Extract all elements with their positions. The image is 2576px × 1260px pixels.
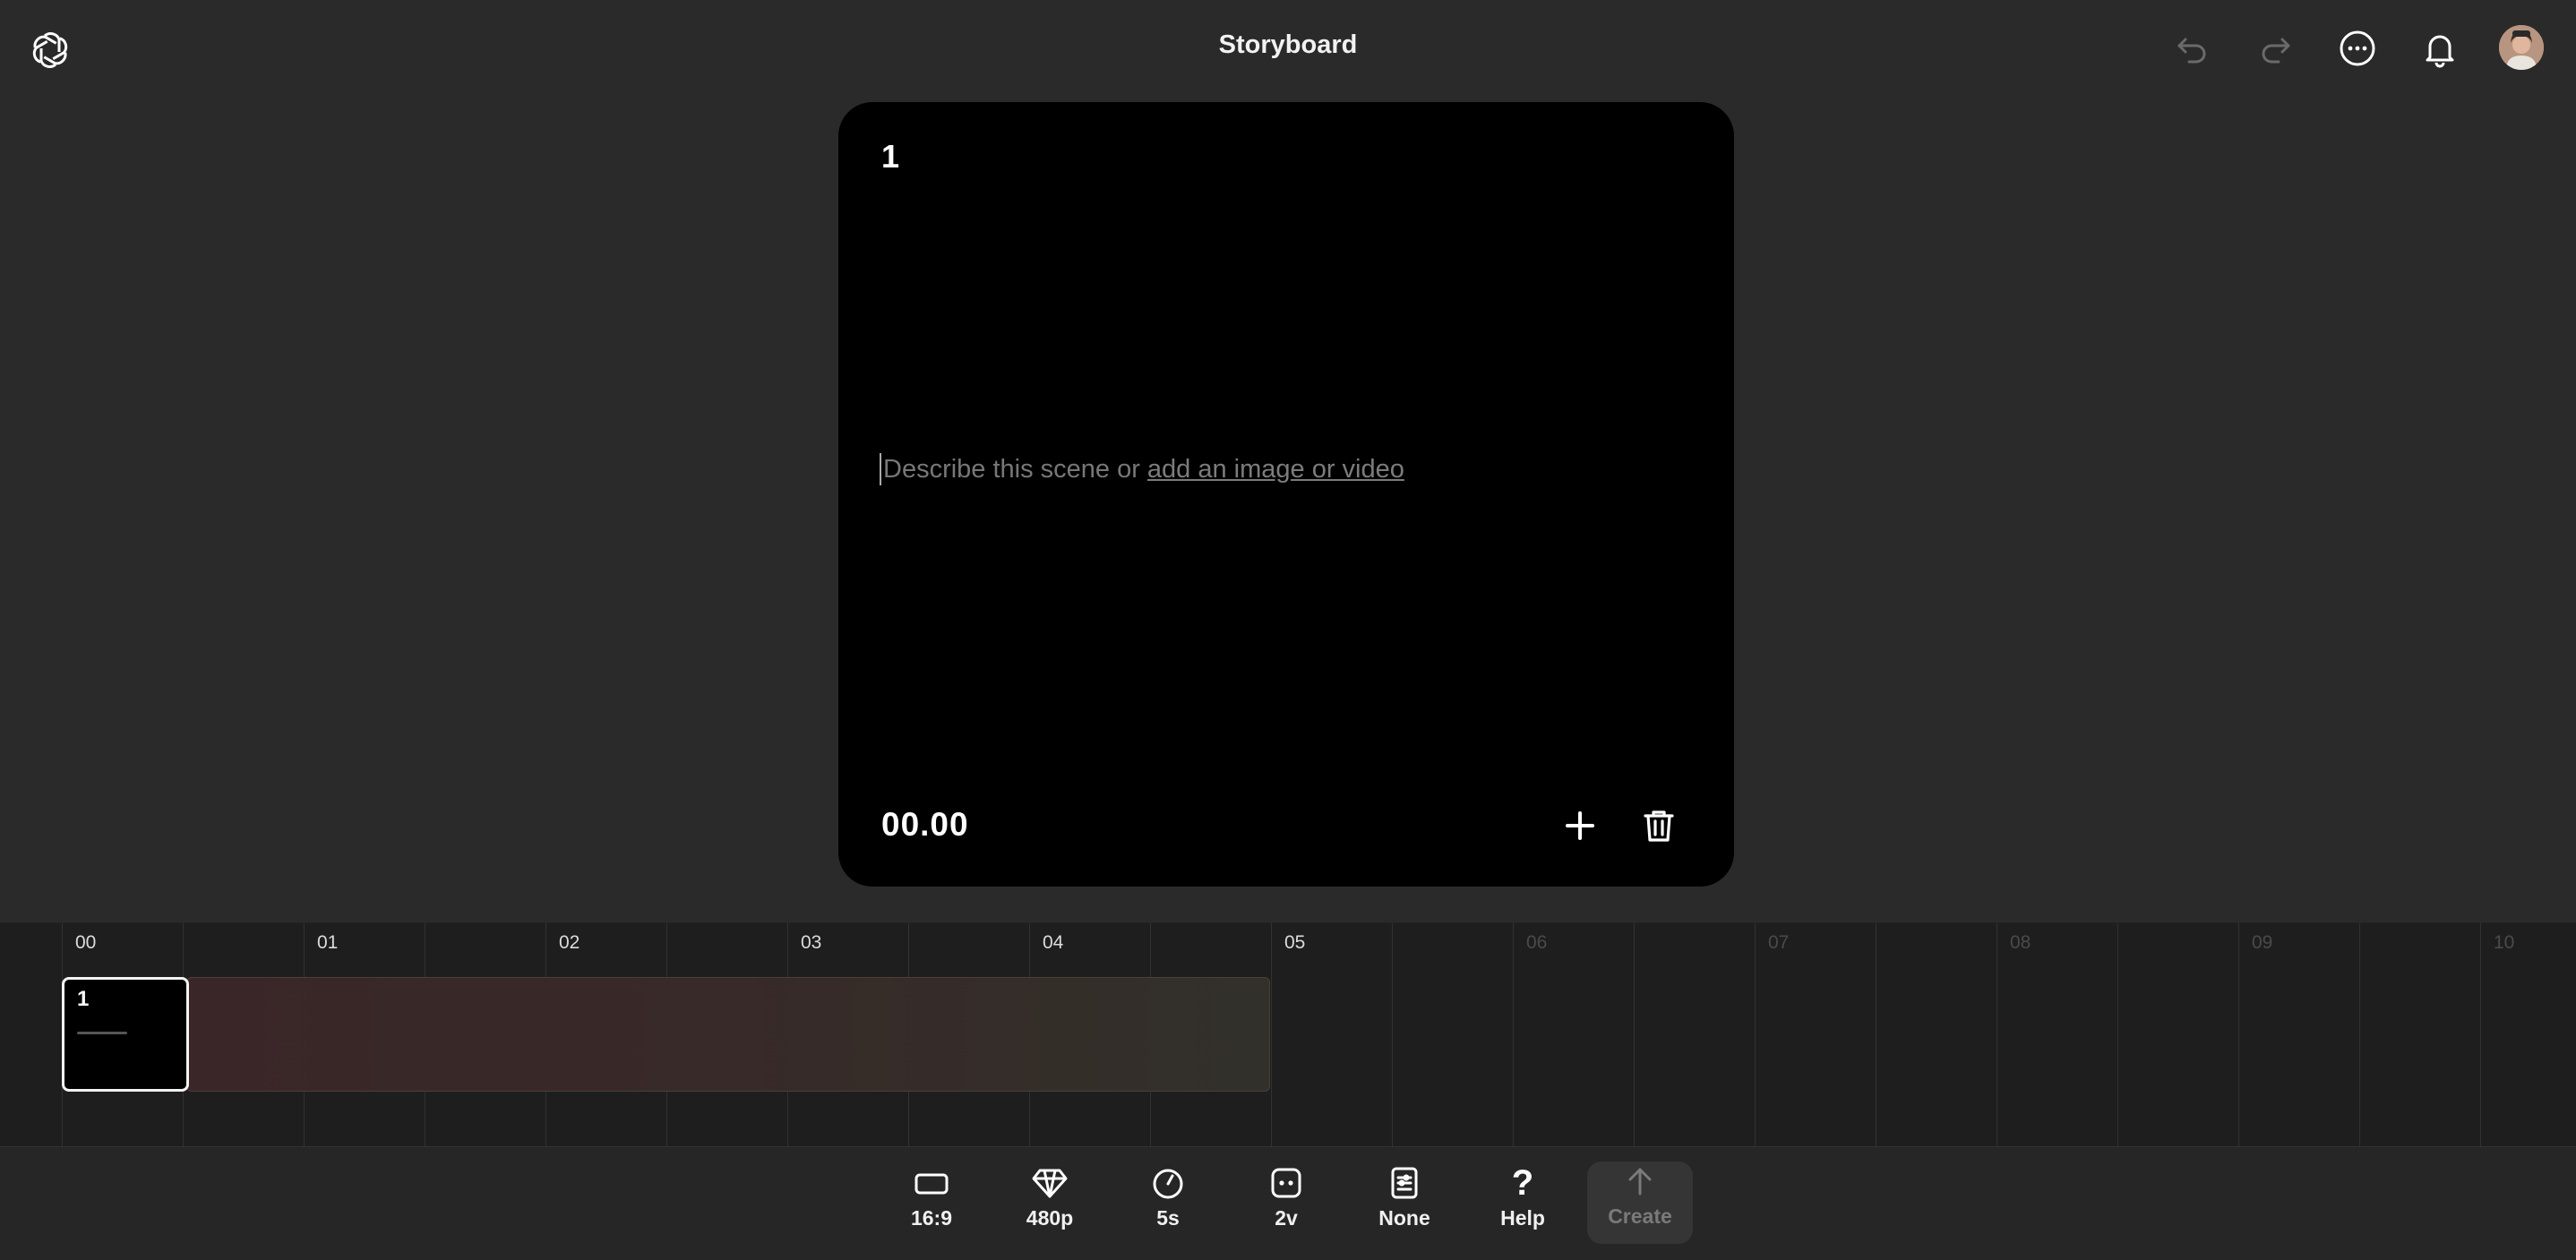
create-label: Create [1608, 1204, 1672, 1228]
prompt-placeholder: Describe this scene or [883, 454, 1140, 484]
scene-timecode: 00.00 [881, 806, 969, 843]
arrow-up-icon [1628, 1168, 1652, 1196]
help-button[interactable]: ? Help [1469, 1163, 1576, 1244]
preset-label: None [1378, 1206, 1430, 1230]
help-icon: ? [1511, 1162, 1534, 1203]
variations-label: 2v [1275, 1206, 1298, 1230]
preset-button[interactable]: None [1351, 1163, 1458, 1244]
clip-number: 1 [77, 987, 90, 1011]
timeline[interactable]: 00 01 02 03 04 05 06 07 08 09 10 1 [0, 922, 2576, 1147]
timeline-tick-label: 10 [2494, 932, 2515, 953]
add-scene-button[interactable] [1555, 801, 1605, 851]
timeline-gridline [2359, 923, 2360, 1147]
resolution-label: 480p [1026, 1206, 1074, 1230]
duration-label: 5s [1156, 1206, 1180, 1230]
scene-number: 1 [881, 138, 900, 175]
avatar[interactable] [2499, 25, 2544, 70]
more-options-button[interactable] [2332, 23, 2383, 73]
variations-button[interactable]: 2v [1232, 1163, 1340, 1244]
preset-icon [1391, 1167, 1418, 1199]
timeline-clip-track[interactable] [186, 977, 1270, 1092]
timeline-tick-label: 07 [1768, 932, 1790, 953]
bottom-toolbar: 16:9 480p 5s 2v None ? Help Create [0, 1146, 2576, 1260]
delete-scene-button[interactable] [1634, 801, 1684, 851]
timeline-gridline [2480, 923, 2481, 1147]
timeline-gridline [1271, 923, 1272, 1147]
plus-icon [1566, 811, 1594, 840]
create-button[interactable]: Create [1587, 1161, 1693, 1244]
scene-card: 1 Describe this scene or add an image or… [838, 102, 1734, 887]
timeline-gridline [1392, 923, 1393, 1147]
timeline-tick-label: 00 [75, 932, 97, 953]
undo-icon [2177, 38, 2206, 64]
timeline-tick-label: 06 [1526, 932, 1548, 953]
scene-prompt-input[interactable]: Describe this scene or add an image or v… [880, 453, 1404, 485]
timeline-gridline [1755, 923, 1756, 1147]
more-icon [2340, 30, 2375, 66]
aspect-ratio-icon [914, 1173, 949, 1195]
bell-icon [2426, 35, 2454, 68]
duration-button[interactable]: 5s [1114, 1163, 1222, 1244]
timeline-gridline [1996, 923, 1997, 1147]
redo-button[interactable] [2250, 23, 2300, 73]
timeline-gridline [2238, 923, 2239, 1147]
resolution-button[interactable]: 480p [996, 1163, 1103, 1244]
timeline-tick-label: 08 [2010, 932, 2031, 953]
undo-button[interactable] [2168, 23, 2218, 73]
timeline-tick-label: 05 [1284, 932, 1306, 953]
clip-indicator [77, 1032, 127, 1034]
text-caret [880, 453, 881, 485]
timeline-tick-label: 03 [801, 932, 822, 953]
diamond-icon [1032, 1169, 1068, 1198]
help-label: Help [1500, 1206, 1545, 1230]
redo-icon [2262, 38, 2290, 64]
timeline-tick-label: 09 [2252, 932, 2273, 953]
timeline-gridline [1634, 923, 1635, 1147]
timer-icon [1153, 1169, 1183, 1199]
timeline-gridline [2117, 923, 2118, 1147]
variations-icon [1271, 1168, 1301, 1198]
notifications-button[interactable] [2415, 23, 2465, 73]
timeline-gridline [1513, 923, 1514, 1147]
aspect-ratio-label: 16:9 [910, 1206, 953, 1230]
top-bar: Storyboard [0, 0, 2576, 99]
timeline-clip[interactable]: 1 [62, 977, 189, 1092]
trash-icon [1644, 810, 1674, 842]
timeline-tick-label: 01 [317, 932, 339, 953]
timeline-tick-label: 02 [559, 932, 580, 953]
aspect-ratio-button[interactable]: 16:9 [878, 1163, 985, 1244]
timeline-tick-label: 04 [1043, 932, 1064, 953]
add-media-link[interactable]: add an image or video [1147, 455, 1404, 484]
